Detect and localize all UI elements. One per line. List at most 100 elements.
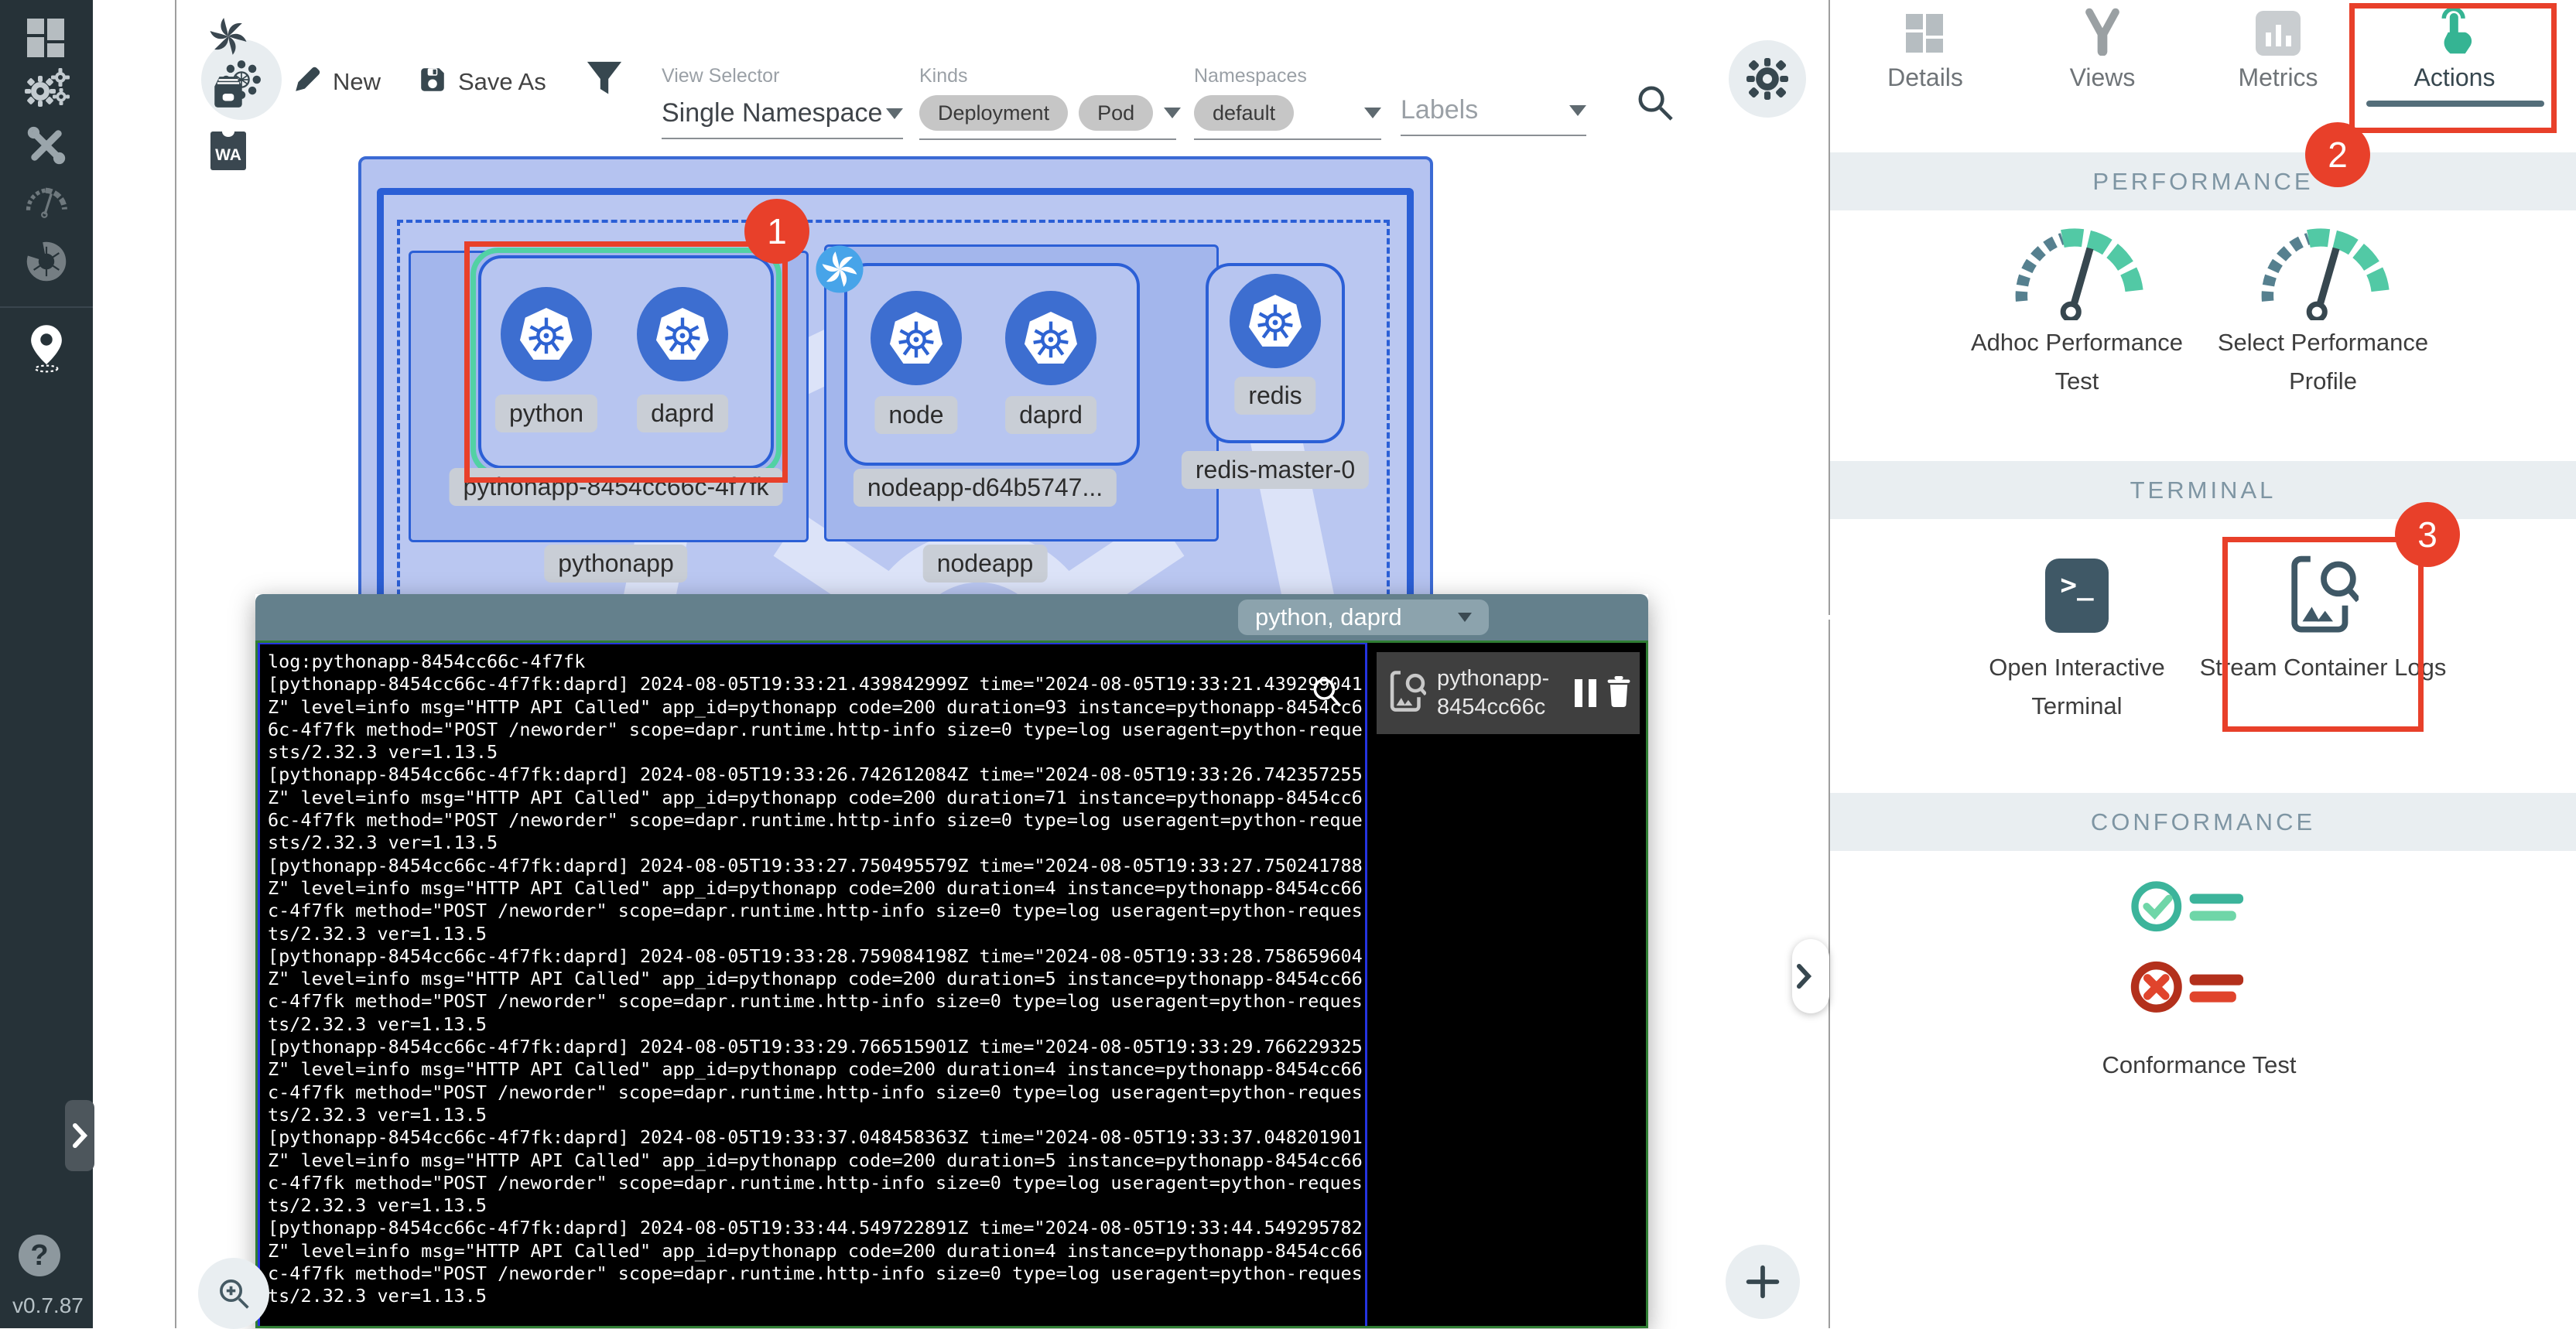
mesh-chart-icon[interactable] — [0, 238, 93, 285]
actions-panel: Details Views Metrics Actions 2 PERFORMA… — [1830, 0, 2576, 1328]
sidebar-divider — [0, 306, 93, 308]
chevron-down-icon — [886, 108, 903, 119]
kinds-field[interactable]: Kinds Deployment Pod — [919, 65, 1176, 140]
labels-field[interactable]: Labels — [1401, 65, 1586, 136]
pod-name-label: nodeapp-d64b5747... — [854, 469, 1117, 507]
deployment-name-label: nodeapp — [923, 545, 1048, 583]
chevron-down-icon — [1458, 613, 1472, 622]
new-button-label: New — [333, 68, 381, 96]
stream-logs-icon — [1389, 669, 1426, 718]
terminal-body: log:pythonapp-8454cc66c-4f7fk [pythonapp… — [255, 641, 1648, 1328]
services-gears-icon[interactable] — [0, 68, 93, 113]
version-label: v0.7.87 — [12, 1293, 84, 1318]
pod-name-label: pythonapp-8454cc66c-4f7fk — [450, 468, 783, 506]
wasm-icon[interactable]: WA — [210, 132, 246, 170]
help-icon[interactable]: ? — [19, 1235, 60, 1276]
components-archive-icon[interactable] — [210, 74, 247, 114]
tab-details-label[interactable]: Details — [1887, 63, 1963, 92]
open-interactive-terminal-action[interactable]: Open Interactive Terminal — [1945, 648, 2208, 726]
deployment-name-label: pythonapp — [544, 545, 687, 583]
view-selector-label: View Selector — [662, 65, 903, 87]
container-python[interactable] — [501, 287, 592, 381]
view-selector-value: Single Namespace — [662, 98, 882, 128]
namespace-chip[interactable]: default — [1194, 95, 1294, 131]
pod-name-label: redis-master-0 — [1182, 451, 1369, 489]
adhoc-performance-gauge-icon[interactable] — [2000, 224, 2154, 324]
stream-container-logs-icon[interactable] — [2289, 552, 2359, 641]
tab-actions[interactable] — [2432, 5, 2477, 60]
performance-section-header: PERFORMANCE — [1830, 152, 2576, 210]
container-select-dropdown[interactable]: python, daprd — [1238, 600, 1489, 635]
annotation-badge-3: 3 — [2395, 502, 2460, 567]
conformance-section-header: CONFORMANCE — [1830, 793, 2576, 851]
log-tab-name: pythonapp- 8454cc66c — [1437, 664, 1569, 722]
annotation-badge-1: 1 — [744, 199, 809, 264]
pause-stream-icon[interactable] — [1575, 679, 1596, 707]
view-selector-field[interactable]: View Selector Single Namespace — [662, 65, 903, 139]
minimize-icon[interactable] — [1813, 615, 1835, 620]
tools-icon[interactable] — [0, 124, 93, 167]
settings-gear-button[interactable] — [1729, 40, 1806, 118]
active-tab-underline — [2366, 101, 2544, 107]
chevron-down-icon — [1364, 108, 1381, 118]
new-button[interactable]: New — [292, 65, 381, 98]
container-daprd[interactable] — [1005, 291, 1096, 385]
container-label: python — [495, 395, 597, 432]
kind-chip[interactable]: Deployment — [919, 95, 1068, 131]
annotation-badge-2: 2 — [2305, 122, 2370, 187]
tab-metrics-label[interactable]: Metrics — [2238, 63, 2318, 92]
tab-details[interactable] — [1898, 12, 1952, 56]
container-node[interactable] — [871, 291, 962, 385]
dashboard-icon[interactable] — [0, 19, 93, 57]
dapr-annotation-badge — [815, 244, 864, 294]
log-stream-tab[interactable]: pythonapp- 8454cc66c — [1377, 652, 1640, 734]
container-label: daprd — [1005, 396, 1096, 434]
tab-views-label[interactable]: Views — [2070, 63, 2136, 92]
add-button[interactable] — [1726, 1245, 1800, 1319]
namespaces-label: Namespaces — [1194, 65, 1381, 87]
terminal-prompt-icon[interactable]: >_ — [2045, 559, 2109, 633]
container-label: node — [874, 396, 957, 434]
chevron-down-icon — [1164, 108, 1181, 118]
chevron-down-icon — [1569, 105, 1586, 116]
terminal-section-header: TERMINAL — [1830, 461, 2576, 519]
save-as-button-label: Save As — [458, 68, 546, 96]
save-as-button[interactable]: Save As — [418, 65, 546, 98]
filter-funnel-icon[interactable] — [584, 59, 624, 103]
fullscreen-icon[interactable] — [1763, 605, 1787, 634]
terminal-header[interactable]: python, daprd — [255, 594, 1648, 641]
secondary-sidebar: WA — [93, 0, 176, 1328]
pencil-icon — [292, 65, 322, 98]
select-profile-gauge-icon[interactable] — [2246, 224, 2400, 324]
delete-stream-icon[interactable] — [1606, 676, 1632, 711]
labels-placeholder: Labels — [1401, 95, 1478, 125]
location-pin-icon[interactable] — [0, 323, 93, 373]
performance-gauge-icon[interactable] — [0, 184, 93, 218]
primary-sidebar: ? v0.7.87 — [0, 0, 93, 1328]
sidebar-expand-button[interactable] — [65, 1100, 94, 1171]
panel-divider — [1829, 0, 1830, 1328]
container-redis[interactable] — [1230, 274, 1321, 368]
log-search-icon[interactable] — [1309, 675, 1346, 716]
dapr-logo-icon[interactable] — [209, 17, 248, 60]
conformance-test-action[interactable]: Conformance Test — [2044, 1046, 2354, 1085]
log-text: log:pythonapp-8454cc66c-4f7fk [pythonapp… — [260, 644, 1365, 1314]
tab-metrics[interactable] — [2256, 11, 2301, 56]
container-label: redis — [1234, 377, 1315, 415]
panel-collapse-tab[interactable] — [1792, 939, 1829, 1013]
container-daprd[interactable] — [637, 287, 728, 381]
conformance-checklist-icon[interactable] — [2126, 874, 2280, 1048]
search-icon[interactable] — [1634, 82, 1675, 126]
adhoc-performance-test-action[interactable]: Adhoc Performance Test — [1949, 323, 2205, 401]
zoom-in-button[interactable] — [198, 1258, 269, 1329]
container-label: daprd — [637, 395, 728, 432]
tab-actions-label[interactable]: Actions — [2414, 63, 2496, 92]
select-performance-profile-action[interactable]: Select Performance Profile — [2195, 323, 2451, 401]
kind-chip[interactable]: Pod — [1079, 95, 1153, 131]
kinds-label: Kinds — [919, 65, 1176, 87]
terminal-window: python, daprd log:pythonapp-8454cc66c-4f… — [255, 594, 1648, 1328]
tab-views[interactable] — [2079, 8, 2126, 60]
namespaces-field[interactable]: Namespaces default — [1194, 65, 1381, 140]
log-stream-area[interactable]: log:pythonapp-8454cc66c-4f7fk [pythonapp… — [258, 643, 1367, 1326]
stream-container-logs-action[interactable]: Stream Container Logs — [2195, 648, 2451, 687]
